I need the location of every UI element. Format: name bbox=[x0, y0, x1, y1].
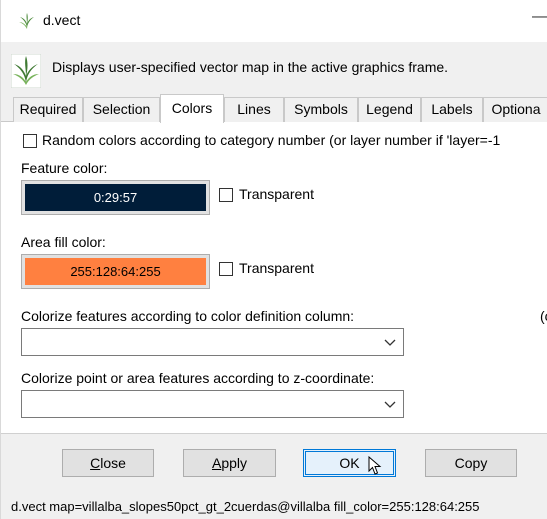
tab-required[interactable]: Required bbox=[13, 97, 83, 122]
apply-button[interactable]: Apply bbox=[183, 449, 276, 477]
copy-button[interactable]: Copy bbox=[425, 449, 517, 477]
ok-button[interactable]: OK bbox=[303, 449, 396, 477]
rgb-column-label: Colorize features according to color def… bbox=[21, 308, 355, 324]
module-description: Displays user-specified vector map in th… bbox=[52, 59, 449, 75]
tab-symbols[interactable]: Symbols bbox=[284, 97, 358, 122]
grass-icon bbox=[11, 54, 41, 88]
status-bar: d.vect map=villalba_slopes50pct_gt_2cuer… bbox=[1, 494, 547, 519]
tab-selection[interactable]: Selection bbox=[83, 97, 160, 122]
tab-bar: Required Selection Colors Lines Symbols … bbox=[1, 94, 547, 123]
rgb-column-combobox[interactable] bbox=[21, 328, 404, 356]
tab-labels[interactable]: Labels bbox=[421, 97, 483, 122]
close-button[interactable]: Close bbox=[62, 449, 154, 477]
chevron-down-icon bbox=[384, 339, 396, 346]
area-fill-color-button[interactable]: 255:128:64:255 bbox=[21, 254, 210, 289]
colors-panel: Random colors according to category numb… bbox=[1, 122, 547, 434]
random-colors-checkbox[interactable] bbox=[23, 134, 37, 148]
area-transparent-checkbox[interactable] bbox=[219, 262, 233, 276]
feature-transparent-label: Transparent bbox=[239, 186, 314, 202]
area-transparent-label: Transparent bbox=[239, 260, 314, 276]
title-bar: d.vect — bbox=[1, 0, 547, 42]
tab-legend[interactable]: Legend bbox=[358, 97, 421, 122]
feature-color-label: Feature color: bbox=[21, 160, 108, 176]
feature-color-swatch: 0:29:57 bbox=[25, 184, 206, 211]
description-row: Displays user-specified vector map in th… bbox=[1, 42, 547, 96]
minimize-button[interactable]: — bbox=[532, 8, 547, 26]
chevron-down-icon bbox=[384, 401, 396, 408]
tab-colors[interactable]: Colors bbox=[160, 94, 224, 123]
grass-icon bbox=[19, 13, 34, 29]
zcolor-label: Colorize point or area features accordin… bbox=[21, 370, 375, 386]
area-fill-color-label: Area fill color: bbox=[21, 234, 106, 250]
d-vect-dialog: d.vect — Displays user-specified vector … bbox=[0, 0, 547, 519]
random-colors-label: Random colors according to category numb… bbox=[42, 132, 501, 148]
feature-color-button[interactable]: 0:29:57 bbox=[21, 180, 210, 215]
rgb-column-truncated-label: (c bbox=[540, 308, 547, 324]
ok-button-label: OK bbox=[339, 455, 360, 471]
feature-transparent-checkbox[interactable] bbox=[219, 188, 233, 202]
tab-lines[interactable]: Lines bbox=[224, 97, 284, 122]
window-title: d.vect bbox=[43, 12, 81, 28]
area-fill-color-swatch: 255:128:64:255 bbox=[25, 258, 206, 285]
mouse-cursor-icon bbox=[368, 456, 382, 475]
zcolor-combobox[interactable] bbox=[21, 390, 404, 418]
tab-optional[interactable]: Optiona bbox=[483, 97, 547, 122]
